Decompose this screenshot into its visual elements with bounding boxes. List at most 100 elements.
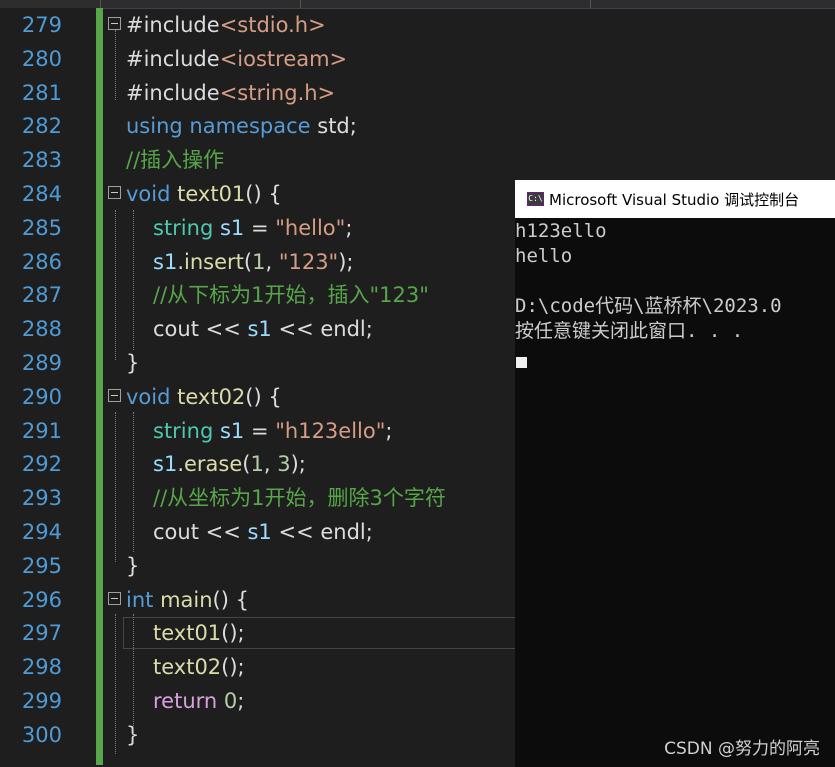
code-line[interactable]: 280 #include<iostream>	[0, 42, 835, 76]
line-number: 300	[21, 722, 62, 747]
code-text[interactable]: #include<string.h>	[126, 76, 335, 110]
line-number: 284	[21, 182, 62, 206]
watermark: CSDN @努力的阿亮	[664, 739, 820, 759]
code-text[interactable]: using namespace std;	[126, 109, 357, 143]
code-token: "hello"	[275, 215, 346, 240]
code-token: ();	[221, 655, 245, 680]
console-title-bar[interactable]: C:\ Microsoft Visual Studio 调试控制台	[515, 180, 835, 218]
line-number: 287	[21, 283, 62, 308]
line-number: 288	[21, 317, 62, 342]
code-token: 3	[277, 452, 291, 477]
code-token: //从下标为1开始，插入"123"	[153, 283, 429, 308]
code-text[interactable]: string s1 = "h123ello";	[153, 414, 392, 448]
line-number: 283	[21, 148, 62, 173]
code-token: s1	[247, 520, 272, 544]
code-text[interactable]: text02();	[153, 650, 245, 684]
code-token: () {	[212, 587, 249, 612]
console-title: Microsoft Visual Studio 调试控制台	[549, 191, 800, 209]
code-text[interactable]: cout << s1 << endl;	[153, 515, 373, 549]
console-app-icon: C:\	[527, 192, 544, 206]
code-token: );	[338, 249, 354, 274]
code-text[interactable]: //从坐标为1开始，删除3个字符	[153, 481, 446, 515]
collapse-icon[interactable]	[108, 17, 121, 30]
code-token: ,	[265, 249, 279, 274]
collapse-icon[interactable]	[108, 591, 121, 605]
console-cursor	[516, 357, 527, 368]
console-output-line: hello	[515, 245, 573, 267]
code-token: () {	[245, 384, 282, 409]
code-token: <iostream>	[219, 46, 348, 71]
tab-separator	[590, 0, 591, 8]
code-token: text01	[177, 182, 246, 206]
code-token: insert	[184, 249, 244, 274]
code-token: string	[153, 215, 220, 240]
code-token: void	[126, 384, 178, 409]
code-text[interactable]: s1.insert(1, "123");	[153, 245, 354, 279]
code-text[interactable]: }	[126, 549, 139, 583]
code-token: (	[243, 249, 253, 274]
code-token: ;	[345, 215, 353, 240]
code-text[interactable]: void text02() {	[126, 380, 282, 414]
code-text[interactable]: cout << s1 << endl;	[153, 312, 373, 346]
code-token: string	[153, 418, 220, 443]
code-text[interactable]: string s1 = "hello";	[153, 211, 352, 245]
line-number: 292	[21, 452, 62, 477]
code-token: .	[177, 452, 184, 477]
code-token: <<	[271, 317, 321, 342]
collapse-icon[interactable]	[108, 388, 121, 402]
code-text[interactable]: }	[126, 346, 139, 380]
code-token: =	[244, 215, 276, 240]
line-number: 298	[21, 655, 62, 680]
code-token: using	[126, 114, 190, 139]
code-text[interactable]: //插入操作	[126, 143, 224, 177]
code-token: std;	[317, 114, 357, 139]
code-token: endl	[320, 317, 366, 342]
indent-guide	[115, 210, 116, 360]
code-token: //插入操作	[126, 148, 225, 173]
code-token: <stdio.h>	[219, 13, 326, 37]
code-text[interactable]: s1.erase(1, 3);	[153, 447, 306, 481]
code-token: cout	[153, 520, 199, 544]
code-token: ;	[385, 418, 393, 443]
code-line[interactable]: 283 //插入操作	[0, 143, 835, 177]
line-number: 281	[21, 80, 62, 105]
code-token: s1	[153, 249, 178, 274]
line-number: 299	[21, 689, 62, 713]
code-text[interactable]: #include<stdio.h>	[126, 8, 326, 42]
code-token: s1	[247, 317, 272, 342]
indent-guide	[133, 412, 134, 552]
line-number: 296	[21, 587, 62, 612]
code-token: #include	[126, 46, 220, 71]
code-token: ;	[365, 520, 373, 544]
code-token: ;	[237, 689, 245, 713]
code-token: cout	[153, 317, 199, 342]
code-token: s1	[153, 452, 178, 477]
code-token: <string.h>	[219, 80, 336, 105]
code-token: () {	[245, 182, 282, 206]
code-token: namespace	[189, 114, 318, 139]
code-token: (	[242, 452, 251, 477]
code-text[interactable]: return 0;	[153, 684, 244, 718]
code-line[interactable]: 282 using namespace std;	[0, 109, 835, 143]
code-token: }	[126, 553, 140, 578]
code-text[interactable]: #include<iostream>	[126, 42, 347, 76]
indent-guide	[115, 614, 116, 754]
code-token: "123"	[278, 249, 339, 274]
code-line[interactable]: 279 #include<stdio.h>	[0, 8, 835, 42]
code-token: erase	[184, 452, 243, 477]
code-text[interactable]: void text01() {	[126, 177, 282, 211]
code-token: =	[244, 418, 276, 443]
code-text[interactable]: int main() {	[126, 583, 249, 617]
code-token: #include	[126, 80, 220, 105]
code-line[interactable]: 281 #include<string.h>	[0, 76, 835, 110]
code-token: <<	[198, 520, 248, 544]
collapse-icon[interactable]	[108, 186, 121, 199]
code-token: s1	[219, 215, 245, 240]
code-token: //从坐标为1开始，删除3个字符	[153, 486, 446, 511]
line-number: 280	[21, 46, 62, 71]
code-token: int	[126, 587, 161, 612]
code-token: 1	[250, 452, 264, 477]
code-text[interactable]: //从下标为1开始，插入"123"	[153, 278, 429, 312]
code-token: void	[126, 182, 178, 206]
debug-console-window[interactable]: C:\ Microsoft Visual Studio 调试控制台 h123el…	[515, 180, 835, 767]
